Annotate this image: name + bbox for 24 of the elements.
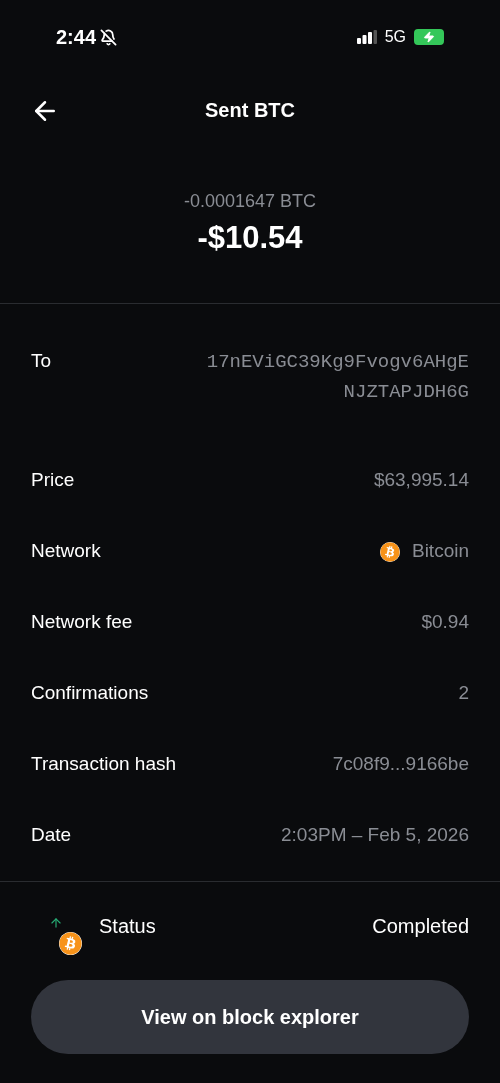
detail-value: 7c08f9...9166be [332, 752, 469, 777]
status-label: Status [99, 914, 156, 939]
detail-value: $63,995.14 [373, 468, 469, 493]
network-label: 5G [384, 27, 406, 47]
status-value: Completed [372, 914, 469, 939]
signal-icon [356, 30, 377, 44]
detail-label: Network [31, 539, 101, 564]
crypto-amount: -0.0001647 BTC [183, 190, 317, 213]
detail-value: $0.94 [421, 610, 469, 635]
detail-label: Confirmations [31, 681, 149, 706]
detail-label: Network fee [31, 610, 133, 635]
detail-label: Price [31, 468, 75, 493]
detail-value: 2:03PM – Feb 5, 2026 [281, 823, 469, 848]
page-title: Sent BTC [205, 98, 295, 123]
detail-label: Transaction hash [31, 752, 177, 777]
detail-value: Bitcoin [411, 539, 469, 564]
address-value: 17nEViGC39Kg9Fvogv6AHgE NJZTAPJDH6G [205, 350, 469, 405]
bitcoin-icon [379, 541, 400, 562]
block-explorer-button[interactable]: View on block explorer [31, 980, 469, 1054]
detail-value: 2 [458, 681, 469, 706]
detail-label: Date [31, 823, 72, 848]
fiat-amount: -$10.54 [197, 219, 303, 257]
detail-label: To [31, 349, 52, 373]
clock-time: 2:44 [56, 25, 97, 50]
